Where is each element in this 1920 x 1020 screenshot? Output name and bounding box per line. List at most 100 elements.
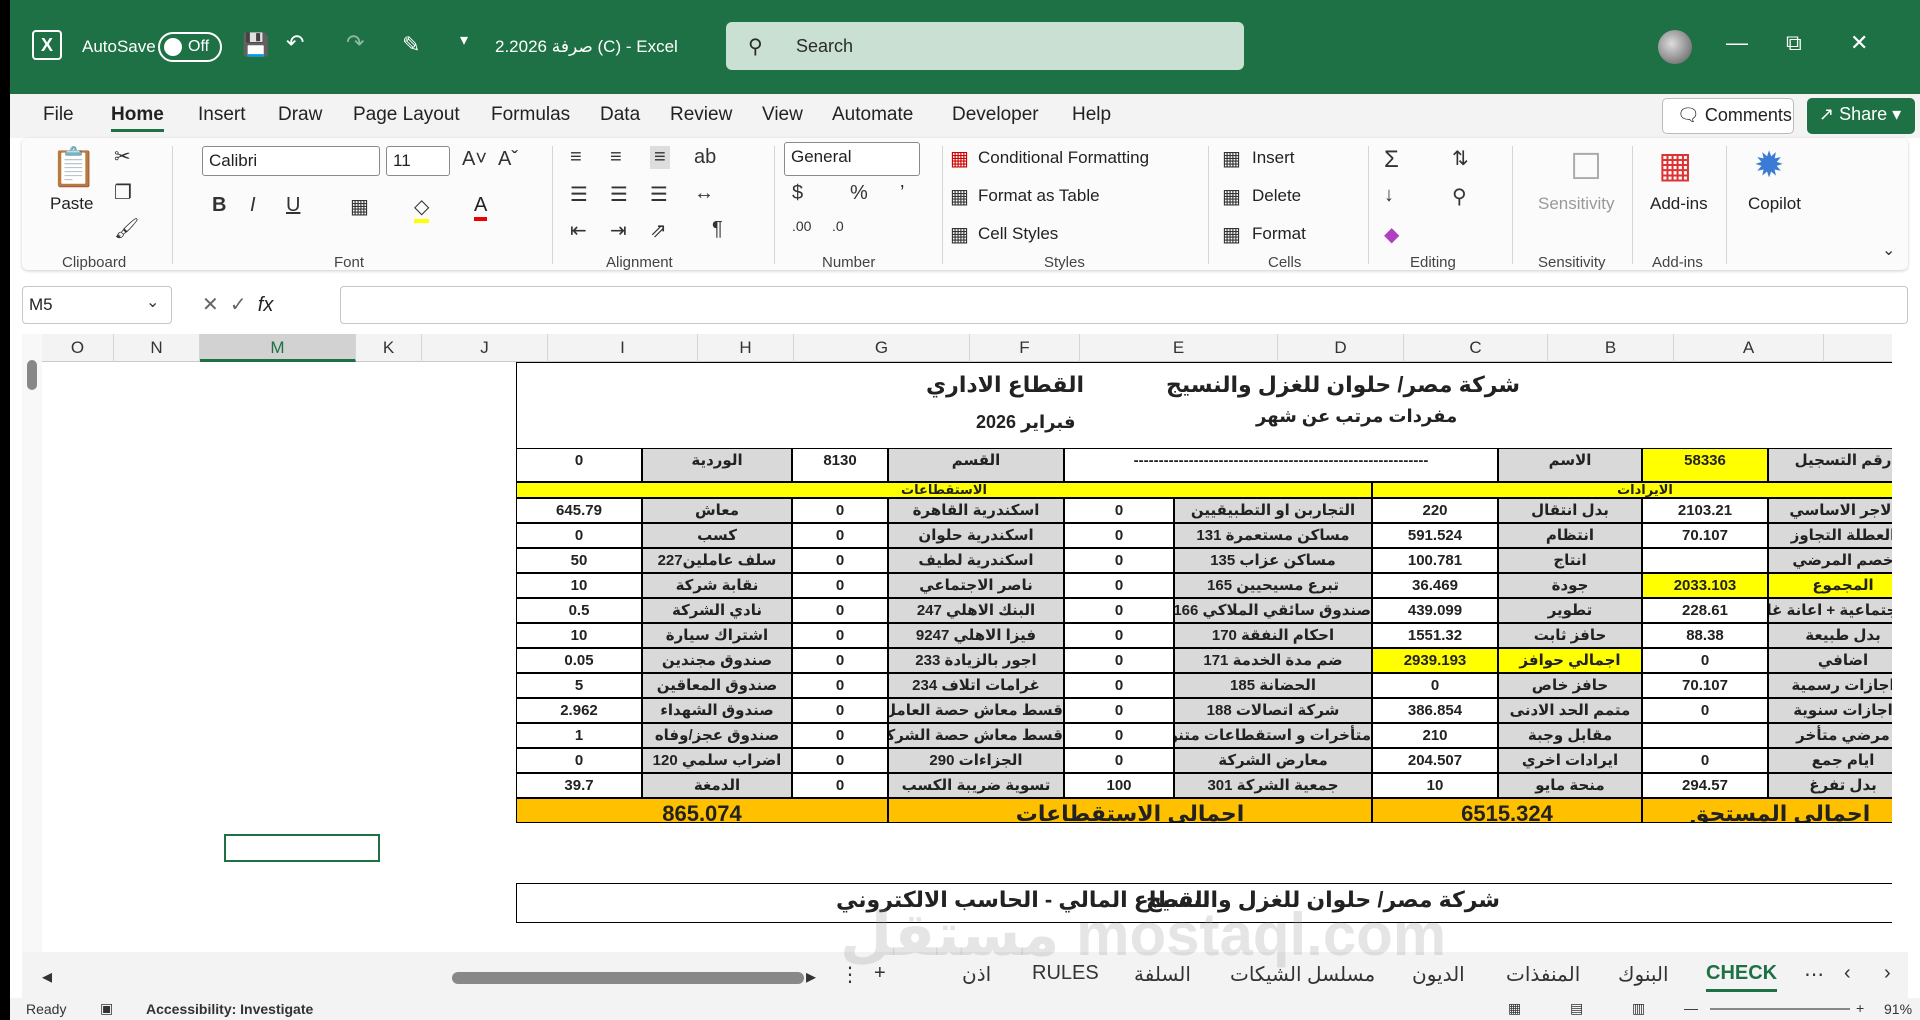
cell-styles-icon[interactable]: ▦: [950, 222, 969, 247]
fill-color-icon[interactable]: ◇: [414, 194, 430, 223]
enter-icon[interactable]: ✓: [230, 294, 247, 316]
row-value[interactable]: 0: [792, 498, 888, 523]
row-label[interactable]: اجور بالزيادة 233: [888, 648, 1064, 673]
font-color-icon[interactable]: A: [474, 194, 488, 221]
avatar[interactable]: [1658, 30, 1692, 64]
fill-icon[interactable]: ↓: [1384, 184, 1394, 207]
redo-icon[interactable]: ↷: [346, 30, 364, 56]
col-header-a[interactable]: A: [1674, 334, 1824, 362]
row-value[interactable]: 220: [1372, 498, 1498, 523]
row-value[interactable]: 0: [1064, 598, 1174, 623]
row-value[interactable]: 0: [516, 523, 642, 548]
row-label[interactable]: اجمالي حوافز: [1498, 648, 1642, 673]
delete-cells-button[interactable]: Delete: [1252, 186, 1301, 206]
row-label[interactable]: الاجر الاساسي: [1768, 498, 1892, 523]
insert-cells-button[interactable]: Insert: [1252, 148, 1295, 168]
row-label[interactable]: صندوق المعاقين: [642, 673, 792, 698]
row-label[interactable]: اجازات رسمية: [1768, 673, 1892, 698]
menu-view[interactable]: View: [762, 104, 803, 126]
row-value[interactable]: 0: [1642, 748, 1768, 773]
total-due-label[interactable]: اجمالى المستحق: [1642, 798, 1892, 823]
row-label[interactable]: بدل تفرغ: [1768, 773, 1892, 798]
italic-icon[interactable]: I: [250, 194, 256, 217]
row-label[interactable]: اشتراك سيارة: [642, 623, 792, 648]
page-break-view-icon[interactable]: ▥: [1632, 1000, 1645, 1017]
bold-icon[interactable]: B: [212, 194, 226, 217]
row-label[interactable]: كسب: [642, 523, 792, 548]
row-label[interactable]: شركة اتصالات 188: [1174, 698, 1372, 723]
row-label[interactable]: خصم المرضي: [1768, 548, 1892, 573]
vertical-scrollbar[interactable]: [22, 334, 42, 952]
row-value[interactable]: 39.7: [516, 773, 642, 798]
currency-icon[interactable]: $: [792, 182, 803, 205]
col-header-m[interactable]: M: [200, 334, 356, 362]
search-box[interactable]: ⚲ Search: [726, 22, 1244, 70]
row-value[interactable]: 10: [1372, 773, 1498, 798]
row-label[interactable]: معاش: [642, 498, 792, 523]
copilot-icon[interactable]: ✹: [1754, 144, 1784, 186]
total-deductions-label[interactable]: اجمالى الاستقطاعات: [888, 798, 1372, 823]
format-cells-button[interactable]: Format: [1252, 224, 1306, 244]
row-label[interactable]: جودة: [1498, 573, 1642, 598]
total-due-value[interactable]: 6515.324: [1372, 798, 1642, 823]
row-label[interactable]: مرضي متأخر: [1768, 723, 1892, 748]
row-value[interactable]: 70.107: [1642, 673, 1768, 698]
row-label[interactable]: معارض الشركة: [1174, 748, 1372, 773]
menu-insert[interactable]: Insert: [198, 104, 246, 126]
comma-icon[interactable]: ’: [900, 182, 904, 205]
save-icon[interactable]: 💾: [242, 32, 269, 58]
row-value[interactable]: 0: [1064, 623, 1174, 648]
zoom-level[interactable]: 91%: [1884, 1001, 1912, 1017]
row-label[interactable]: اضافي: [1768, 648, 1892, 673]
row-label[interactable]: متأخرات و استقطاعات متنوعة: [1174, 723, 1372, 748]
row-value[interactable]: 0: [1064, 573, 1174, 598]
menu-home[interactable]: Home: [111, 104, 164, 132]
row-value[interactable]: 0: [1064, 673, 1174, 698]
dept-label[interactable]: القسم: [888, 448, 1064, 482]
indent-increase-icon[interactable]: ⇥: [610, 218, 627, 243]
zoom-slider[interactable]: [1710, 1008, 1850, 1010]
row-value[interactable]: 0: [1064, 548, 1174, 573]
col-header-h[interactable]: H: [698, 334, 794, 362]
reg-label[interactable]: رقم التسجيل: [1768, 448, 1892, 482]
hscroll-thumb[interactable]: [452, 972, 804, 984]
row-value[interactable]: 0: [1642, 648, 1768, 673]
row-label[interactable]: صندوق مجندين: [642, 648, 792, 673]
namebox-dropdown-icon[interactable]: ⌄: [146, 292, 159, 312]
row-label[interactable]: تسوية ضريبة الكسب: [888, 773, 1064, 798]
form-icon[interactable]: ✎: [402, 32, 420, 58]
menu-developer[interactable]: Developer: [952, 104, 1039, 126]
align-center-icon[interactable]: ☰: [610, 182, 628, 207]
row-label[interactable]: انتاج: [1498, 548, 1642, 573]
row-label[interactable]: الجزاءات 290: [888, 748, 1064, 773]
row-value[interactable]: 0.05: [516, 648, 642, 673]
row-label[interactable]: صندوق الشهداء: [642, 698, 792, 723]
col-header-k[interactable]: K: [356, 334, 422, 362]
row-label[interactable]: احكام النفقة 170: [1174, 623, 1372, 648]
normal-view-icon[interactable]: ▦: [1508, 1000, 1521, 1017]
format-cells-icon[interactable]: ▦: [1222, 222, 1241, 247]
row-label[interactable]: متمم الحد الادنى: [1498, 698, 1642, 723]
next-tab-icon[interactable]: ›: [1884, 962, 1891, 985]
align-middle-icon[interactable]: ≡: [610, 146, 622, 169]
row-label[interactable]: الحضانة 185: [1174, 673, 1372, 698]
horizontal-scrollbar[interactable]: [82, 972, 838, 984]
format-painter-icon[interactable]: 🖌: [114, 216, 139, 241]
row-label[interactable]: نادي الشركة: [642, 598, 792, 623]
row-value[interactable]: 0: [792, 648, 888, 673]
col-header-e[interactable]: E: [1080, 334, 1278, 362]
addins-icon[interactable]: ▦: [1658, 144, 1692, 186]
zoom-in-icon[interactable]: +: [1856, 1000, 1864, 1016]
row-label[interactable]: اسكندرية حلوان: [888, 523, 1064, 548]
customize-qat-icon[interactable]: ▾: [460, 30, 468, 50]
row-value[interactable]: 439.099: [1372, 598, 1498, 623]
row-label[interactable]: سلف عاملين227: [642, 548, 792, 573]
deductions-header[interactable]: الاستقطاعات: [516, 482, 1372, 498]
align-bottom-icon[interactable]: ≡: [650, 146, 670, 169]
row-value[interactable]: [1642, 548, 1768, 573]
selected-cell-m5[interactable]: [224, 834, 380, 862]
col-header-d[interactable]: D: [1278, 334, 1404, 362]
align-left-icon[interactable]: ☰: [570, 182, 588, 207]
tab-enforced[interactable]: المنفذات: [1506, 962, 1580, 987]
tab-scroll-right-icon[interactable]: ▸: [806, 964, 816, 989]
